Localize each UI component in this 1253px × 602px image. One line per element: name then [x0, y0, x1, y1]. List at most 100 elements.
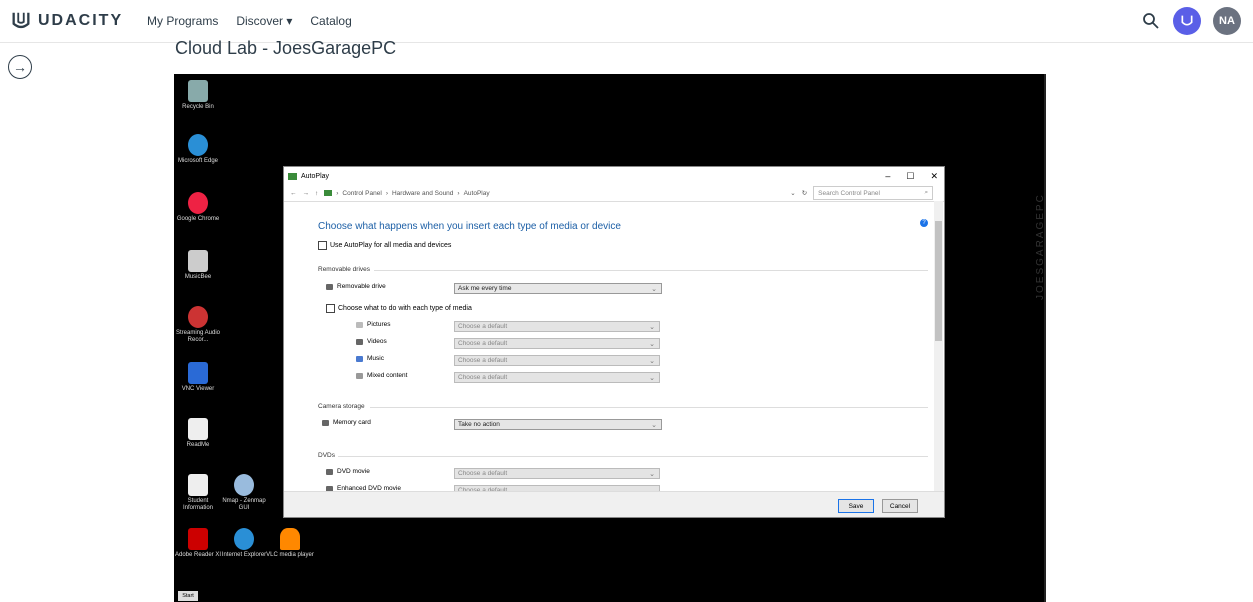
mixed-content-select[interactable]: Choose a default ⌄ — [454, 372, 660, 383]
musicbee-icon[interactable]: MusicBee — [174, 250, 222, 281]
choose-each-label: Choose what to do with each type of medi… — [338, 305, 472, 312]
nmap-icon[interactable]: Nmap - Zenmap GUI — [220, 474, 268, 512]
videos-select[interactable]: Choose a default ⌄ — [454, 338, 660, 349]
choose-each-checkbox[interactable]: Choose what to do with each type of medi… — [326, 304, 472, 313]
chevron-down-icon: ⌄ — [649, 324, 655, 331]
music-select[interactable]: Choose a default ⌄ — [454, 355, 660, 366]
internet-explorer-icon[interactable]: Internet Explorer — [220, 528, 268, 559]
removable-drives-section: Removable drives — [318, 266, 371, 273]
search-icon: ⌕ — [924, 189, 929, 196]
chevron-down-icon: ⌄ — [649, 471, 655, 478]
removable-drive-value: Ask me every time — [458, 285, 512, 292]
close-icon[interactable]: ✕ — [930, 171, 938, 182]
memory-card-select[interactable]: Take no action ⌄ — [454, 419, 662, 430]
divider — [374, 270, 928, 271]
autoplay-content: Choose what happens when you insert each… — [284, 201, 934, 496]
media-label: Pictures — [367, 321, 391, 328]
help-icon[interactable]: ? — [920, 219, 928, 227]
desktop-icon-label: Adobe Reader XI — [174, 552, 222, 558]
breadcrumb[interactable]: › Control Panel › Hardware and Sound › Auto… — [324, 190, 784, 197]
drive-icon — [326, 283, 333, 290]
vlc-icon[interactable]: VLC media player — [266, 528, 314, 559]
page-title: Cloud Lab - JoesGaragePC — [175, 38, 397, 58]
window-titlebar[interactable]: AutoPlay — [284, 167, 944, 185]
memory-card-value: Take no action — [458, 421, 500, 428]
use-autoplay-checkbox[interactable]: Use AutoPlay for all media and devices — [318, 241, 451, 250]
chevron-down-icon: ⌄ — [649, 358, 655, 365]
udacity-logo-icon — [12, 12, 30, 29]
mixed-content-row: Mixed content — [356, 372, 407, 379]
up-icon[interactable]: ↑ — [315, 190, 318, 197]
desktop-icon-label: MusicBee — [184, 274, 212, 280]
music-row: Music — [356, 355, 384, 362]
vnc-viewer-icon[interactable]: VNC Viewer — [174, 362, 222, 393]
maximize-icon[interactable]: ☐ — [906, 171, 914, 182]
cancel-button[interactable]: Cancel — [882, 499, 918, 513]
mixed-content-icon — [356, 372, 363, 379]
removable-drive-select[interactable]: Ask me every time ⌄ — [454, 283, 662, 294]
adobe-reader-icon[interactable]: Adobe Reader XI — [174, 528, 222, 559]
divider — [370, 407, 928, 408]
save-button[interactable]: Save — [838, 499, 874, 513]
music-icon — [356, 355, 363, 362]
chevron-down-icon: ⌄ — [649, 375, 655, 382]
desktop-icon-label: Internet Explorer — [221, 552, 267, 558]
recycle-bin-icon[interactable]: Recycle Bin — [174, 80, 222, 111]
refresh-icon[interactable]: ↻ — [802, 189, 807, 197]
scrollbar-thumb[interactable] — [935, 221, 942, 341]
main-nav: My Programs Discover ▾ Catalog — [147, 14, 352, 28]
dvd-movie-row: DVD movie — [326, 468, 370, 475]
edge-icon[interactable]: Microsoft Edge — [174, 134, 222, 165]
breadcrumb-hardware-sound[interactable]: Hardware and Sound — [392, 190, 453, 197]
breadcrumb-control-panel[interactable]: Control Panel — [342, 190, 381, 197]
autoplay-window: AutoPlay – ☐ ✕ ← → ↑ › Control Panel › Har… — [283, 166, 945, 518]
desktop-icon-label: Google Chrome — [176, 216, 220, 222]
search-icon[interactable] — [1141, 11, 1161, 31]
nav-catalog[interactable]: Catalog — [310, 14, 351, 28]
expand-sidebar-icon[interactable]: → — [8, 55, 32, 79]
nav-my-programs[interactable]: My Programs — [147, 14, 218, 28]
desktop-icon-label: VNC Viewer — [181, 386, 215, 392]
top-navbar: UDACITY My Programs Discover ▾ Catalog N… — [0, 0, 1253, 43]
nav-discover[interactable]: Discover ▾ — [236, 14, 292, 28]
start-button[interactable]: Start — [178, 591, 198, 601]
dvd-movie-select[interactable]: Choose a default ⌄ — [454, 468, 660, 479]
desktop-icon-label: Nmap - Zenmap GUI — [222, 498, 266, 511]
chevron-down-icon: ⌄ — [651, 422, 657, 429]
desktop-icon-label: Microsoft Edge — [177, 158, 219, 164]
machine-name-label: JOESGARAGEPC — [1035, 193, 1046, 300]
minimize-icon[interactable]: – — [885, 171, 890, 182]
readme-icon[interactable]: ReadMe — [174, 418, 222, 449]
search-input[interactable]: Search Control Panel ⌕ — [813, 186, 934, 200]
media-value: Choose a default — [458, 340, 508, 347]
pictures-row: Pictures — [356, 321, 390, 328]
autoplay-heading: Choose what happens when you insert each… — [318, 221, 621, 232]
window-title: AutoPlay — [301, 172, 330, 180]
pictures-select[interactable]: Choose a default ⌄ — [454, 321, 660, 332]
vertical-scrollbar[interactable] — [934, 201, 943, 491]
autoplay-icon — [288, 172, 297, 180]
back-icon[interactable]: ← — [290, 190, 297, 197]
memory-card-label: Memory card — [333, 419, 371, 426]
student-information-icon[interactable]: Student Information — [174, 474, 222, 512]
udacity-logo[interactable]: UDACITY — [10, 10, 123, 32]
breadcrumb-autoplay[interactable]: AutoPlay — [464, 190, 490, 197]
address-bar: ← → ↑ › Control Panel › Hardware and Sound… — [284, 185, 944, 202]
udacity-badge-icon[interactable] — [1173, 7, 1201, 35]
address-dropdown-icon[interactable]: ⌄ — [790, 189, 795, 197]
avatar[interactable]: NA — [1213, 7, 1241, 35]
desktop-icon-label: VLC media player — [266, 552, 314, 558]
top-right-actions: NA — [1141, 7, 1241, 35]
forward-icon[interactable]: → — [303, 190, 310, 197]
media-value: Choose a default — [458, 323, 508, 330]
control-panel-icon — [324, 190, 333, 196]
desktop-icon-label: Student Information — [182, 498, 213, 511]
chrome-icon[interactable]: Google Chrome — [174, 192, 222, 223]
chevron-down-icon: ⌄ — [649, 341, 655, 348]
videos-row: Videos — [356, 338, 387, 345]
videos-icon — [356, 338, 363, 345]
desktop-icon-label: Recycle Bin — [182, 104, 214, 110]
media-label: Mixed content — [367, 372, 408, 379]
logo-text: UDACITY — [38, 12, 124, 29]
streaming-audio-icon[interactable]: Streaming Audio Recor... — [174, 306, 222, 344]
